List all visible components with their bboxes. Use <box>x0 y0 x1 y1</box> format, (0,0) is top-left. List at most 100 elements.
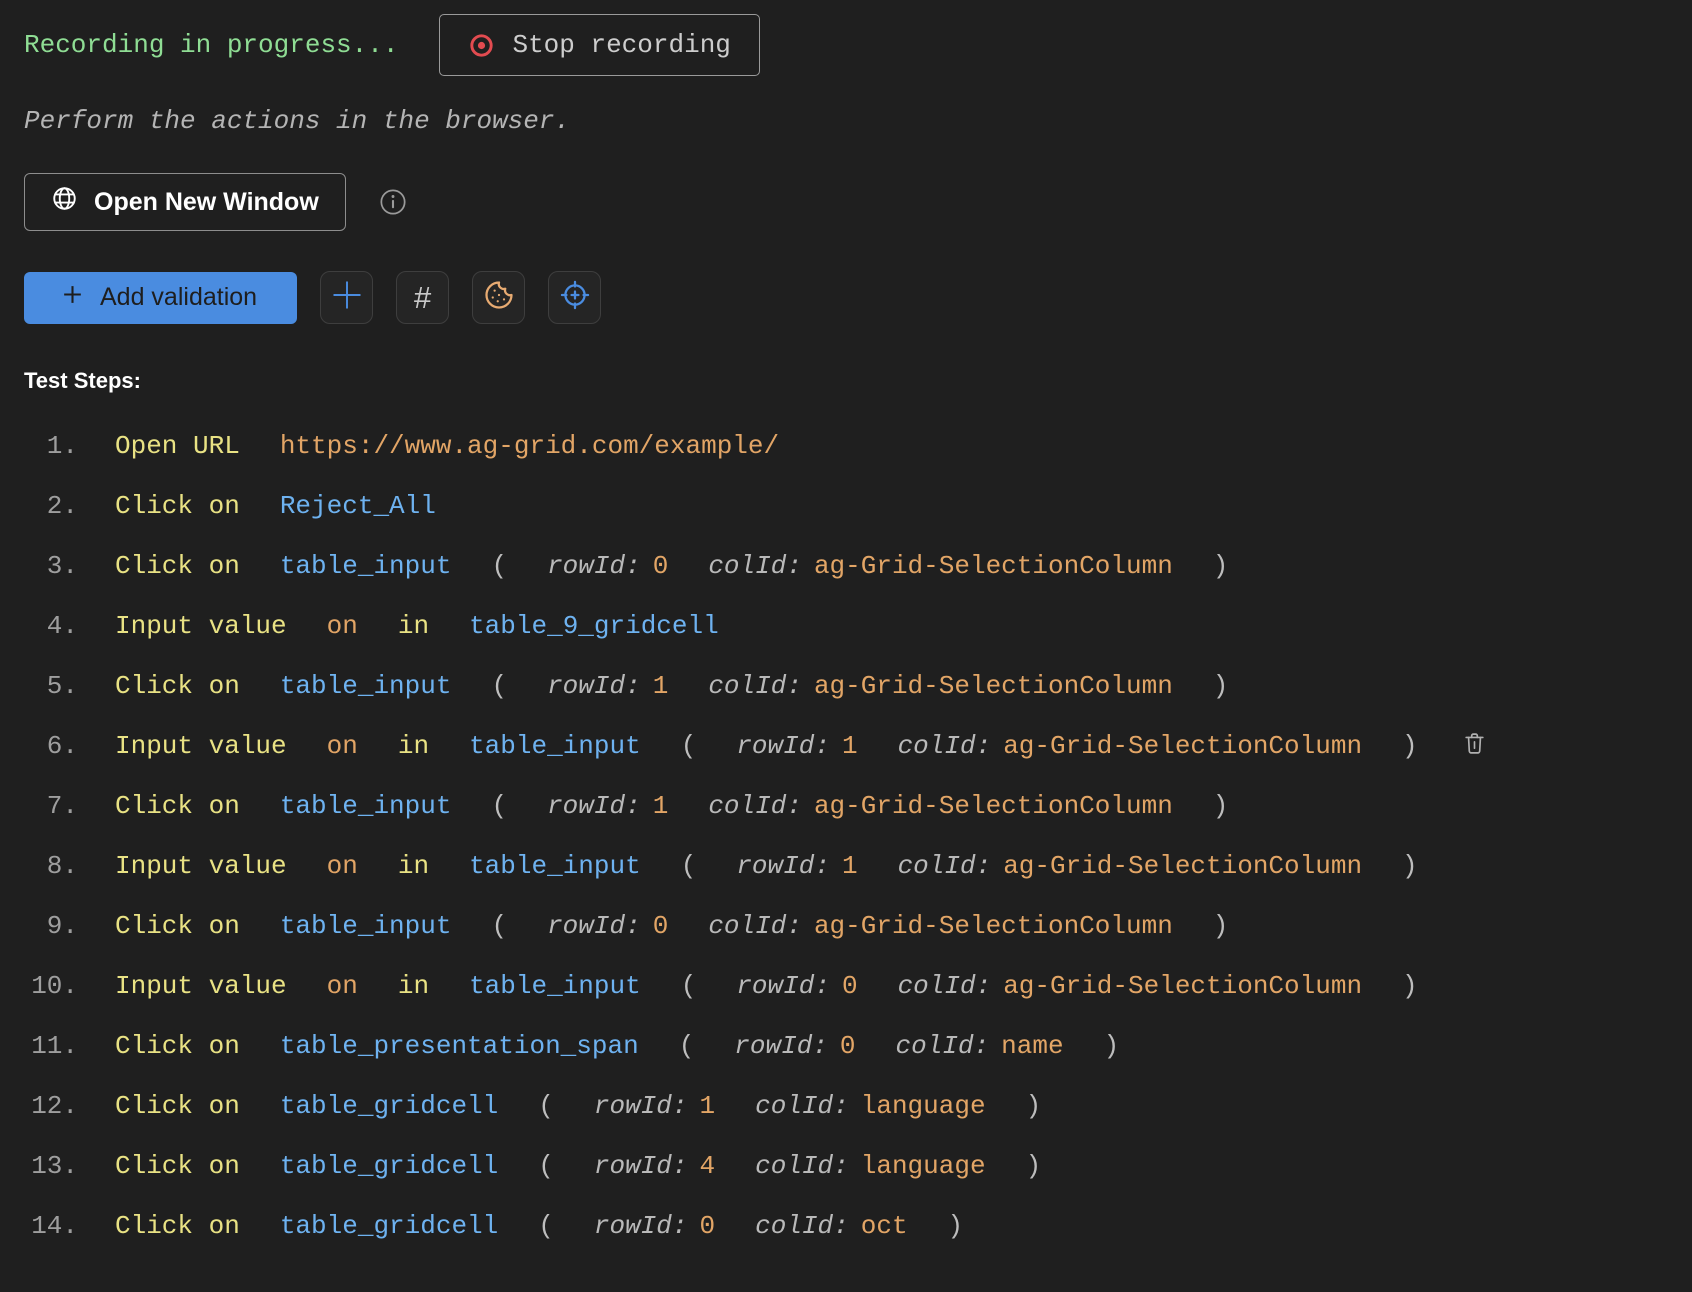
step-token-paren: ( <box>538 1151 554 1181</box>
step-token-target: table_9_gridcell <box>469 611 719 641</box>
test-step-row[interactable]: 9.Click ontable_input(rowId:0colId:ag-Gr… <box>24 896 1668 956</box>
step-token-target: Reject_All <box>280 491 436 521</box>
step-token-target: table_gridcell <box>280 1091 498 1121</box>
stop-recording-button[interactable]: Stop recording <box>439 14 759 76</box>
stop-recording-label: Stop recording <box>512 30 730 60</box>
step-token-target: table_presentation_span <box>280 1031 639 1061</box>
test-step-row[interactable]: 7.Click ontable_input(rowId:1colId:ag-Gr… <box>24 776 1668 836</box>
step-token-paren: ) <box>1402 971 1418 1001</box>
step-token-value: ag-Grid-SelectionColumn <box>1003 971 1362 1001</box>
test-step-row[interactable]: 2.Click onReject_All <box>24 476 1668 536</box>
step-token-paren: ( <box>679 1031 695 1061</box>
step-token-action: Click on <box>115 911 240 941</box>
test-step-row[interactable]: 12.Click ontable_gridcell(rowId:1colId:l… <box>24 1076 1668 1136</box>
step-token-param: rowId: <box>547 911 641 941</box>
add-validation-label: Add validation <box>100 283 257 312</box>
test-step-row[interactable]: 3.Click ontable_input(rowId:0colId:ag-Gr… <box>24 536 1668 596</box>
step-token-value: on <box>327 971 358 1001</box>
step-number: 8. <box>24 851 78 881</box>
step-token-value: ag-Grid-SelectionColumn <box>814 791 1173 821</box>
step-token-param: colId: <box>898 971 992 1001</box>
step-token-action: Click on <box>115 791 240 821</box>
target-button[interactable] <box>548 271 601 324</box>
step-token-action: Click on <box>115 1211 240 1241</box>
step-token-target: table_input <box>469 851 641 881</box>
test-step-row[interactable]: 8.Input valueonintable_input(rowId:1colI… <box>24 836 1668 896</box>
step-token-target: table_input <box>280 791 452 821</box>
step-token-paren: ( <box>491 671 507 701</box>
step-token-paren: ( <box>491 551 507 581</box>
step-token-param: colId: <box>708 551 802 581</box>
open-new-window-button[interactable]: Open New Window <box>24 173 346 231</box>
step-token-action: Input value <box>115 851 287 881</box>
step-token-value: ag-Grid-SelectionColumn <box>814 551 1173 581</box>
hash-button[interactable]: # <box>396 271 449 324</box>
step-token-value: 1 <box>653 671 669 701</box>
step-token-paren: ( <box>681 731 697 761</box>
step-number: 14. <box>24 1211 78 1241</box>
step-token-param: rowId: <box>547 671 641 701</box>
cookie-button[interactable] <box>472 271 525 324</box>
test-step-row[interactable]: 10.Input valueonintable_input(rowId:0col… <box>24 956 1668 1016</box>
step-token-param: colId: <box>755 1151 849 1181</box>
step-token-value: 4 <box>700 1151 716 1181</box>
test-step-row[interactable]: 13.Click ontable_gridcell(rowId:4colId:l… <box>24 1136 1668 1196</box>
open-window-row: Open New Window <box>24 173 1668 231</box>
step-token-paren: ( <box>681 851 697 881</box>
step-token-param: colId: <box>708 671 802 701</box>
step-token-paren: ) <box>948 1211 964 1241</box>
step-token-param: rowId: <box>547 551 641 581</box>
test-step-row[interactable]: 6.Input valueonintable_input(rowId:1colI… <box>24 716 1668 776</box>
test-step-row[interactable]: 14.Click ontable_gridcell(rowId:0colId:o… <box>24 1196 1668 1256</box>
step-token-value: language <box>861 1151 986 1181</box>
step-token-paren: ) <box>1213 551 1229 581</box>
step-token-param: rowId: <box>594 1151 688 1181</box>
step-token-action: in <box>398 971 429 1001</box>
step-token-value: on <box>327 851 358 881</box>
test-step-row[interactable]: 5.Click ontable_input(rowId:1colId:ag-Gr… <box>24 656 1668 716</box>
step-token-value: on <box>327 731 358 761</box>
delete-step-button[interactable] <box>1462 731 1487 761</box>
step-token-param: colId: <box>755 1211 849 1241</box>
step-number: 3. <box>24 551 78 581</box>
step-token-action: Input value <box>115 731 287 761</box>
step-token-param: rowId: <box>594 1091 688 1121</box>
cookie-icon <box>484 280 514 315</box>
step-token-action: in <box>398 611 429 641</box>
step-token-param: colId: <box>708 911 802 941</box>
step-token-param: rowId: <box>547 791 641 821</box>
test-step-row[interactable]: 1.Open URLhttps://www.ag-grid.com/exampl… <box>24 416 1668 476</box>
test-step-row[interactable]: 11.Click ontable_presentation_span(rowId… <box>24 1016 1668 1076</box>
step-token-paren: ( <box>538 1091 554 1121</box>
instruction-text: Perform the actions in the browser. <box>24 106 1668 136</box>
step-token-target: table_input <box>469 731 641 761</box>
step-token-value: https://www.ag-grid.com/example/ <box>280 431 779 461</box>
step-token-action: Click on <box>115 1091 240 1121</box>
step-token-paren: ) <box>1026 1151 1042 1181</box>
add-step-button[interactable] <box>320 271 373 324</box>
step-number: 5. <box>24 671 78 701</box>
step-token-paren: ( <box>491 791 507 821</box>
step-token-value: ag-Grid-SelectionColumn <box>1003 851 1362 881</box>
record-icon <box>468 32 495 59</box>
step-token-target: table_gridcell <box>280 1211 498 1241</box>
step-token-target: table_input <box>280 911 452 941</box>
test-step-row[interactable]: 4.Input valueonintable_9_gridcell <box>24 596 1668 656</box>
step-toolbar: Add validation # <box>24 271 1668 324</box>
step-number: 9. <box>24 911 78 941</box>
step-token-target: table_input <box>280 551 452 581</box>
step-token-value: 1 <box>842 851 858 881</box>
target-icon <box>559 279 591 316</box>
step-number: 2. <box>24 491 78 521</box>
add-validation-button[interactable]: Add validation <box>24 272 297 324</box>
plus-icon <box>60 282 85 314</box>
step-token-value: language <box>861 1091 986 1121</box>
info-icon[interactable] <box>379 188 407 216</box>
step-token-value: on <box>327 611 358 641</box>
step-number: 4. <box>24 611 78 641</box>
step-token-param: rowId: <box>736 851 830 881</box>
recording-status-text: Recording in progress... <box>24 30 398 60</box>
step-token-value: ag-Grid-SelectionColumn <box>814 911 1173 941</box>
step-number: 7. <box>24 791 78 821</box>
test-steps-list: 1.Open URLhttps://www.ag-grid.com/exampl… <box>24 416 1668 1256</box>
